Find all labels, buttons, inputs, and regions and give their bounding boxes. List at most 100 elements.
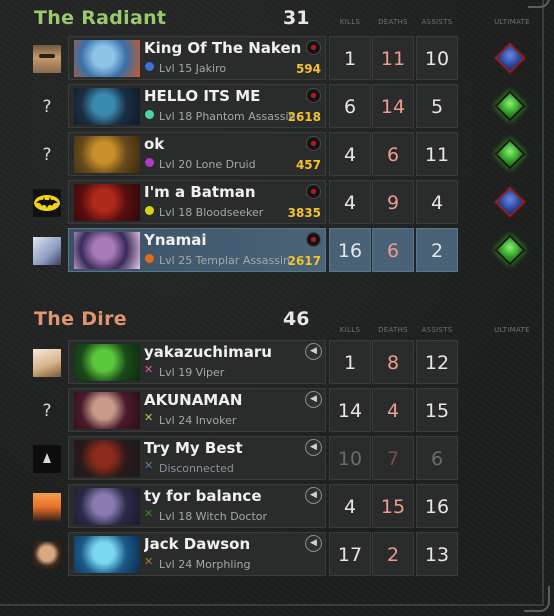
frame-corner-ornament-top xyxy=(528,0,550,8)
player-kills: 16 xyxy=(329,228,371,272)
player-assists: 2 xyxy=(416,228,458,272)
player-deaths: 7 xyxy=(372,436,414,480)
radiant-assists-header: ASSISTS xyxy=(421,18,453,26)
player-avatar[interactable] xyxy=(33,541,61,569)
player-avatar[interactable] xyxy=(33,45,61,73)
player-hero-level: Lvl 20 Lone Druid xyxy=(159,158,256,171)
player-hero-level: Lvl 15 Jakiro xyxy=(159,62,227,75)
radiant-team-score: 31 xyxy=(283,7,310,29)
player-card[interactable]: Jack Dawson ✕ ◀ Lvl 24 Morphling xyxy=(68,532,326,576)
player-card[interactable]: I'm a Batman 3835 Lvl 18 Bloodseeker xyxy=(68,180,326,224)
player-avatar[interactable]: ? xyxy=(33,397,61,425)
player-color-dot xyxy=(145,158,154,167)
ultimate-ready-icon xyxy=(494,138,526,170)
dire-player-row[interactable]: Jack Dawson ✕ ◀ Lvl 24 Morphling 17 2 13 xyxy=(0,532,554,578)
player-avatar[interactable] xyxy=(33,189,61,217)
player-kills: 17 xyxy=(329,532,371,576)
player-deaths: 14 xyxy=(372,84,414,128)
player-assists: 15 xyxy=(416,388,458,432)
radiant-deaths-header: DEATHS xyxy=(378,18,408,26)
radiant-player-row[interactable]: I'm a Batman 3835 Lvl 18 Bloodseeker 4 9 4 xyxy=(0,180,554,226)
radiant-player-row[interactable]: ? ok 457 Lvl 20 Lone Druid 4 6 11 xyxy=(0,132,554,178)
player-card[interactable]: AKUNAMAN ✕ ◀ Lvl 24 Invoker xyxy=(68,388,326,432)
player-name: King Of The Naken C xyxy=(144,39,312,57)
player-assists: 6 xyxy=(416,436,458,480)
player-name: Jack Dawson xyxy=(144,535,251,553)
player-avatar[interactable]: ? xyxy=(33,141,61,169)
player-gold: 457 xyxy=(295,158,321,172)
player-card[interactable]: HELLO ITS ME 2618 Lvl 18 Phantom Assassin xyxy=(68,84,326,128)
player-name: AKUNAMAN xyxy=(144,391,243,409)
dire-player-row[interactable]: ty for balance ✕ ◀ Lvl 18 Witch Doctor 4 15 16 xyxy=(0,484,554,530)
player-avatar[interactable] xyxy=(33,349,61,377)
player-assists: 16 xyxy=(416,484,458,528)
player-color-dot xyxy=(145,206,154,215)
player-avatar[interactable] xyxy=(33,237,61,265)
hero-portrait xyxy=(74,488,140,525)
hero-portrait xyxy=(74,136,140,173)
player-kills: 1 xyxy=(329,340,371,384)
dire-player-row[interactable]: yakazuchimaru ✕ ◀ Lvl 19 Viper 1 8 12 xyxy=(0,340,554,386)
speaker-icon[interactable]: ◀ xyxy=(305,487,322,504)
player-card[interactable]: ty for balance ✕ ◀ Lvl 18 Witch Doctor xyxy=(68,484,326,528)
dire-team-title: The Dire xyxy=(34,308,127,330)
speaker-icon[interactable]: ◀ xyxy=(305,391,322,408)
ultimate-ready-icon xyxy=(494,90,526,122)
speaker-icon[interactable]: ◀ xyxy=(305,439,322,456)
player-deaths: 6 xyxy=(372,228,414,272)
player-kills: 14 xyxy=(329,388,371,432)
ultimate-cooldown-icon xyxy=(494,186,526,218)
player-color-dot xyxy=(145,110,154,119)
hero-portrait xyxy=(74,40,140,77)
player-name: Try My Best xyxy=(144,439,243,457)
radiant-kills-header: KILLS xyxy=(339,18,361,26)
speaker-icon[interactable]: ◀ xyxy=(305,343,322,360)
player-color-cross-icon: ✕ xyxy=(144,555,154,568)
player-kills: 10 xyxy=(329,436,371,480)
player-kills: 4 xyxy=(329,484,371,528)
hero-portrait xyxy=(74,88,140,125)
radiant-team-title: The Radiant xyxy=(34,7,167,29)
player-assists: 11 xyxy=(416,132,458,176)
dire-ultimate-header: ULTIMATE xyxy=(494,326,530,334)
ping-indicator-icon[interactable] xyxy=(306,136,321,151)
player-hero-level: Lvl 18 Witch Doctor xyxy=(159,510,268,523)
dire-kills-header: KILLS xyxy=(339,326,361,334)
player-gold: 2617 xyxy=(287,254,321,268)
player-name: yakazuchimaru xyxy=(144,343,272,361)
player-card[interactable]: ok 457 Lvl 20 Lone Druid xyxy=(68,132,326,176)
player-assists: 13 xyxy=(416,532,458,576)
player-deaths: 6 xyxy=(372,132,414,176)
radiant-player-row[interactable]: Ynamai 2617 Lvl 25 Templar Assassin 16 6 2 xyxy=(0,228,554,274)
player-name: ty for balance xyxy=(144,487,262,505)
player-color-cross-icon: ✕ xyxy=(144,411,154,424)
player-card[interactable]: Ynamai 2617 Lvl 25 Templar Assassin xyxy=(68,228,326,272)
player-kills: 1 xyxy=(329,36,371,80)
radiant-player-row[interactable]: ? HELLO ITS ME 2618 Lvl 18 Phantom Assassin… xyxy=(0,84,554,130)
radiant-player-row[interactable]: King Of The Naken C 594 Lvl 15 Jakiro 1 11 10 xyxy=(0,36,554,82)
player-hero-level: Disconnected xyxy=(159,462,234,475)
player-avatar[interactable] xyxy=(33,493,61,521)
player-deaths: 11 xyxy=(372,36,414,80)
ping-indicator-icon[interactable] xyxy=(306,232,321,247)
player-avatar[interactable] xyxy=(33,445,61,473)
player-gold: 3835 xyxy=(287,206,321,220)
dire-player-row[interactable]: Try My Best ✕ ◀ Disconnected 10 7 6 xyxy=(0,436,554,482)
player-name: HELLO ITS ME xyxy=(144,87,261,105)
player-card[interactable]: Try My Best ✕ ◀ Disconnected xyxy=(68,436,326,480)
player-name: Ynamai xyxy=(144,231,207,249)
player-card[interactable]: King Of The Naken C 594 Lvl 15 Jakiro xyxy=(68,36,326,80)
player-card[interactable]: yakazuchimaru ✕ ◀ Lvl 19 Viper xyxy=(68,340,326,384)
ping-indicator-icon[interactable] xyxy=(306,40,321,55)
player-avatar[interactable]: ? xyxy=(33,93,61,121)
player-assists: 4 xyxy=(416,180,458,224)
ping-indicator-icon[interactable] xyxy=(306,184,321,199)
ping-indicator-icon[interactable] xyxy=(306,88,321,103)
speaker-icon[interactable]: ◀ xyxy=(305,535,322,552)
ultimate-cooldown-icon xyxy=(494,42,526,74)
player-kills: 4 xyxy=(329,132,371,176)
dire-deaths-header: DEATHS xyxy=(378,326,408,334)
player-hero-level: Lvl 18 Phantom Assassin xyxy=(159,110,296,123)
player-assists: 10 xyxy=(416,36,458,80)
dire-player-row[interactable]: ? AKUNAMAN ✕ ◀ Lvl 24 Invoker 14 4 15 xyxy=(0,388,554,434)
